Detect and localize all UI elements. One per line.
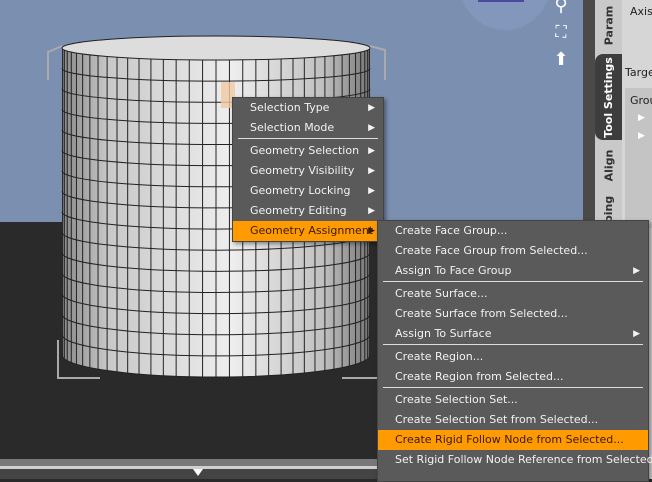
menu-item-create-region-from-selected[interactable]: Create Region from Selected... xyxy=(378,367,648,387)
tab-parameters[interactable]: Param xyxy=(595,0,622,50)
menu-item-geometry-visibility[interactable]: Geometry Visibility ▶ xyxy=(233,161,383,181)
menu-separator xyxy=(383,344,643,346)
group-tree[interactable]: Grou ▶ ▶ xyxy=(625,88,652,228)
menu-separator xyxy=(383,387,643,389)
submenu-arrow-icon: ▶ xyxy=(633,266,640,276)
geometry-assignment-submenu: Create Face Group... Create Face Group fr… xyxy=(377,220,652,482)
menu-item-create-region[interactable]: Create Region... xyxy=(378,347,648,367)
submenu-arrow-icon: ▶ xyxy=(368,186,375,196)
menu-item-assign-to-surface[interactable]: Assign To Surface ▶ xyxy=(378,324,648,344)
tab-tool-settings[interactable]: Tool Settings xyxy=(595,54,622,140)
cylinder-top[interactable] xyxy=(61,35,371,61)
menu-item-geometry-editing[interactable]: Geometry Editing ▶ xyxy=(233,201,383,221)
menu-item-create-rigid-follow-node-from-selected[interactable]: Create Rigid Follow Node from Selected..… xyxy=(378,430,648,450)
menu-item-create-surface[interactable]: Create Surface... xyxy=(378,284,648,304)
menu-item-create-surface-from-selected[interactable]: Create Surface from Selected... xyxy=(378,304,648,324)
target-label: Targe xyxy=(625,66,652,79)
submenu-arrow-icon: ▶ xyxy=(633,329,640,339)
frame-icon[interactable]: ⛶ xyxy=(549,22,573,42)
menu-item-geometry-assignment[interactable]: Geometry Assignment ▶ xyxy=(233,221,383,241)
menu-separator xyxy=(383,281,643,283)
menu-item-geometry-locking[interactable]: Geometry Locking ▶ xyxy=(233,181,383,201)
submenu-arrow-icon: ▶ xyxy=(368,166,375,176)
submenu-arrow-icon: ▶ xyxy=(368,123,375,133)
submenu-arrow-icon: ▶ xyxy=(368,146,375,156)
submenu-arrow-icon: ▶ xyxy=(368,103,375,113)
menu-item-create-selection-set[interactable]: Create Selection Set... xyxy=(378,390,648,410)
menu-item-selection-type[interactable]: Selection Type ▶ xyxy=(233,98,383,118)
menu-item-create-selection-set-from-selected[interactable]: Create Selection Set from Selected... xyxy=(378,410,648,430)
bounding-box-corner xyxy=(47,45,63,80)
orbit-icon[interactable]: ⬆ xyxy=(549,50,573,70)
menu-item-selection-mode[interactable]: Selection Mode ▶ xyxy=(233,118,383,138)
expand-icon[interactable]: ▶ xyxy=(638,131,652,141)
menu-item-set-rigid-follow-node-reference-from-selected[interactable]: Set Rigid Follow Node Reference from Sel… xyxy=(378,450,652,470)
menu-item-assign-to-face-group[interactable]: Assign To Face Group ▶ xyxy=(378,261,648,281)
context-menu: Selection Type ▶ Selection Mode ▶ Geometry S… xyxy=(232,97,384,242)
scrub-handle[interactable] xyxy=(193,469,203,476)
menu-item-geometry-selection[interactable]: Geometry Selection ▶ xyxy=(233,141,383,161)
menu-item-create-face-group[interactable]: Create Face Group... xyxy=(378,221,648,241)
magnifier-icon[interactable]: ⚲ xyxy=(549,0,573,16)
submenu-arrow-icon: ▶ xyxy=(368,206,375,216)
bounding-box-corner xyxy=(369,45,386,80)
submenu-arrow-icon: ▶ xyxy=(368,226,375,236)
expand-icon[interactable]: ▶ xyxy=(638,113,652,123)
axis-label: Axis xyxy=(630,5,652,18)
menu-separator xyxy=(238,138,378,140)
menu-item-create-face-group-from-selected[interactable]: Create Face Group from Selected... xyxy=(378,241,648,261)
tab-align[interactable]: Align xyxy=(595,140,622,190)
